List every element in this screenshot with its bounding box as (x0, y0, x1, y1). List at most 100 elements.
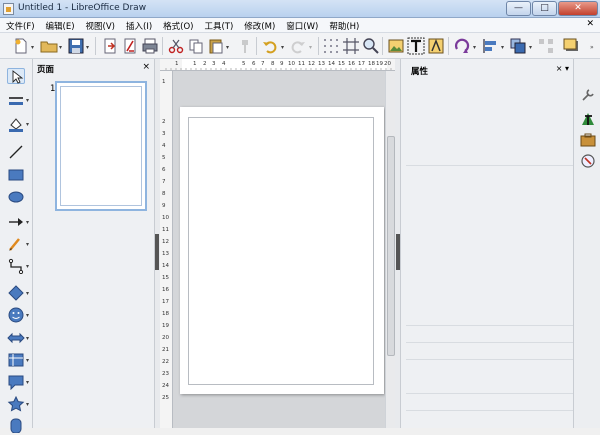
copy-icon[interactable] (187, 37, 205, 55)
export-icon[interactable] (101, 37, 119, 55)
clone-formatting-icon[interactable] (236, 37, 254, 55)
lines-dropdown-icon[interactable]: ▾ (26, 219, 29, 226)
curves-dropdown-icon[interactable]: ▾ (26, 241, 29, 248)
minimize-button[interactable]: — (506, 1, 531, 16)
flowchart-dropdown-icon[interactable]: ▾ (26, 357, 29, 364)
3d-objects-icon[interactable] (7, 417, 25, 434)
rectangle-tool-icon[interactable] (7, 167, 25, 183)
menu-view[interactable]: 视图(V) (86, 20, 115, 32)
helplines-icon[interactable] (342, 37, 360, 55)
stars-dropdown-icon[interactable]: ▾ (26, 401, 29, 408)
properties-panel-close-icon[interactable]: × (556, 64, 563, 73)
drawing-page[interactable] (180, 107, 384, 394)
stars-icon[interactable] (7, 395, 25, 412)
hruler-label: 10 (288, 61, 295, 67)
arrange-icon[interactable] (509, 37, 527, 55)
close-button[interactable]: ✕ (558, 1, 598, 16)
hruler-label: 2 (203, 61, 207, 67)
menu-help[interactable]: 帮助(H) (329, 20, 359, 32)
scrollbar-thumb[interactable] (387, 136, 395, 356)
maximize-button[interactable]: □ (532, 1, 557, 16)
line-color-dropdown-icon[interactable]: ▾ (26, 97, 29, 104)
menu-format[interactable]: 格式(O) (163, 20, 193, 32)
drawing-workspace[interactable]: 1 1 2 3 4 5 6 7 8 9 10 11 12 13 14 15 16… (160, 59, 395, 428)
menu-file[interactable]: 文件(F) (6, 20, 35, 32)
symbol-shapes-icon[interactable] (7, 307, 25, 323)
paste-icon[interactable] (207, 37, 225, 55)
align-icon[interactable] (481, 37, 499, 55)
new-dropdown-icon[interactable]: ▾ (31, 44, 34, 51)
fill-color-dropdown-icon[interactable]: ▾ (26, 121, 29, 128)
vruler-label: 25 (162, 395, 169, 401)
toolbar-overflow-icon[interactable]: » (590, 44, 594, 51)
hruler-label: 14 (328, 61, 335, 67)
menu-edit[interactable]: 编辑(E) (46, 20, 75, 32)
block-arrows-icon[interactable] (7, 330, 25, 346)
arrange-dropdown-icon[interactable]: ▾ (529, 44, 532, 51)
insert-image-icon[interactable] (387, 37, 405, 55)
vruler-label: 22 (162, 359, 169, 365)
rotate-dropdown-icon[interactable]: ▾ (473, 44, 476, 51)
callouts-icon[interactable] (7, 374, 25, 391)
undo-icon[interactable] (261, 37, 279, 55)
vruler-label: 2 (162, 119, 166, 125)
save-dropdown-icon[interactable]: ▾ (86, 44, 89, 51)
properties-wrench-icon[interactable] (580, 87, 596, 103)
align-dropdown-icon[interactable]: ▾ (501, 44, 504, 51)
ellipse-tool-icon[interactable] (7, 189, 25, 205)
cut-icon[interactable] (167, 37, 185, 55)
export-pdf-icon[interactable] (121, 37, 139, 55)
shadow-icon[interactable] (562, 37, 580, 55)
undo-dropdown-icon[interactable]: ▾ (281, 44, 284, 51)
hruler-label: 13 (318, 61, 325, 67)
symbol-shapes-dropdown-icon[interactable]: ▾ (26, 312, 29, 319)
line-color-icon[interactable] (7, 92, 25, 108)
title-bar: Untitled 1 - LibreOffice Draw — □ ✕ (0, 0, 600, 18)
redo-icon[interactable] (289, 37, 307, 55)
callouts-dropdown-icon[interactable]: ▾ (26, 379, 29, 386)
close-document-icon[interactable]: ✕ (586, 19, 594, 29)
hruler-label: 8 (271, 61, 275, 67)
select-arrow-icon[interactable] (7, 68, 25, 84)
paste-dropdown-icon[interactable]: ▾ (226, 44, 229, 51)
menu-tools[interactable]: 工具(T) (204, 20, 233, 32)
line-tool-icon[interactable] (7, 144, 25, 160)
menu-modify[interactable]: 修改(M) (244, 20, 275, 32)
fontwork-icon[interactable] (427, 37, 445, 55)
properties-panel-menu-icon[interactable]: ▾ (565, 64, 569, 73)
pages-panel-close-icon[interactable]: × (142, 62, 150, 72)
open-dropdown-icon[interactable]: ▾ (59, 44, 62, 51)
connector-tool-icon[interactable] (7, 258, 25, 275)
insert-text-icon[interactable] (407, 37, 425, 55)
gallery-icon[interactable] (580, 132, 596, 148)
open-folder-icon[interactable] (40, 37, 58, 55)
vruler-label: 18 (162, 311, 169, 317)
save-icon[interactable] (67, 37, 85, 55)
page-thumbnail[interactable] (55, 81, 147, 211)
rotate-icon[interactable] (453, 37, 471, 55)
connectors-dropdown-icon[interactable]: ▾ (26, 263, 29, 270)
properties-panel-title: 属性 (411, 67, 429, 77)
hruler-label: 1 (175, 61, 179, 67)
hruler-label: 18 (368, 61, 375, 67)
grid-icon[interactable] (322, 37, 340, 55)
block-arrows-dropdown-icon[interactable]: ▾ (26, 335, 29, 342)
zoom-icon[interactable] (362, 37, 380, 55)
flowchart-icon[interactable] (7, 352, 25, 368)
styles-icon[interactable] (580, 111, 596, 127)
vertical-scrollbar[interactable] (385, 71, 395, 428)
distribute-icon[interactable] (537, 37, 555, 55)
menu-window[interactable]: 窗口(W) (286, 20, 318, 32)
fill-color-icon[interactable] (7, 116, 25, 132)
basic-shapes-dropdown-icon[interactable]: ▾ (26, 290, 29, 297)
print-icon[interactable] (141, 37, 159, 55)
arrow-line-tool-icon[interactable] (7, 214, 25, 230)
new-document-icon[interactable] (12, 37, 30, 55)
curve-tool-icon[interactable] (7, 236, 25, 252)
menu-insert[interactable]: 插入(I) (126, 20, 152, 32)
left-splitter-grip[interactable] (155, 234, 159, 270)
basic-shapes-icon[interactable] (7, 285, 25, 301)
drawing-toolbar: ▾ ▾ ▾ ▾ ▾ ▾ ▾ ▾ ▾ ▾ ▾ (0, 59, 33, 434)
navigator-icon[interactable] (580, 153, 596, 169)
redo-dropdown-icon[interactable]: ▾ (309, 44, 312, 51)
